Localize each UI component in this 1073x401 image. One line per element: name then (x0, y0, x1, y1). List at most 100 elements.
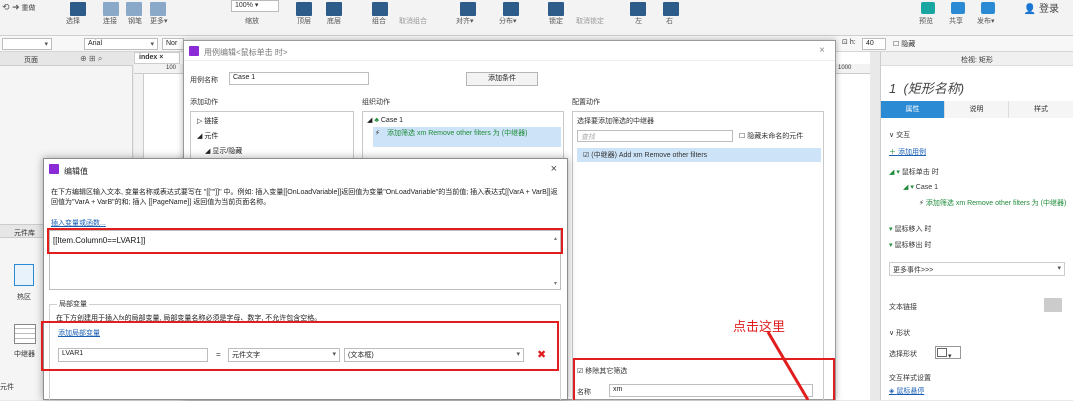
shape-section[interactable]: ∨ 形状 (889, 328, 910, 338)
login-label: 登录 (1039, 4, 1059, 15)
ungroup-label[interactable]: 取消组合 (399, 16, 427, 26)
pen-label[interactable]: 钢笔 (128, 16, 142, 26)
align-icon (460, 2, 476, 16)
login-link[interactable]: 👤 登录 (1024, 0, 1059, 15)
case-name-label: 用例名称 (190, 77, 218, 84)
widget-style-select[interactable]: ▾ (2, 38, 52, 50)
group-icon (372, 2, 388, 16)
right-label[interactable]: 右 (666, 16, 673, 26)
text-link-button[interactable] (1044, 298, 1062, 312)
more-label[interactable]: 更多▾ (150, 16, 168, 26)
event-mouse-leave[interactable]: ▾ 鼠标移出 时 (889, 240, 931, 250)
height-input[interactable]: 40 (862, 38, 886, 50)
hidden-checkbox[interactable]: ☐ 隐藏 (893, 39, 915, 49)
mouse-enter-label: 鼠标移入 时 (894, 226, 932, 233)
zoom-select[interactable]: 100% ▾ (231, 0, 279, 12)
select-icon (70, 2, 86, 16)
pages-panel-header: 页面 ⊕ ⊞ ⌕ (0, 52, 133, 66)
case-name-value: Case 1 (233, 74, 256, 81)
interaction-section[interactable]: ∨ 交互 (889, 130, 910, 140)
connect-label[interactable]: 连接 (103, 16, 117, 26)
unlock-label[interactable]: 取消锁定 (576, 16, 604, 26)
filter-action-item[interactable]: ⚡ 添加筛选 xm Remove other filters 为 (中继器) (919, 199, 1069, 208)
plus-icon: ＋ (889, 149, 898, 156)
select-repeater-label: 选择要添加筛选的中继器 (577, 118, 654, 125)
repeater-search-input[interactable]: 查找 (577, 130, 733, 142)
lock-label[interactable]: 锁定 (549, 16, 563, 26)
repeater-list-item[interactable]: ☑ (中继器) Add xm Remove other filters (577, 148, 821, 162)
redo-label[interactable]: 重做 (22, 5, 36, 12)
add-page-icon[interactable]: ⊕ ⊞ ⌕ (80, 54, 102, 64)
height-label: ⊡ h: (842, 38, 856, 46)
add-case-label: 添加用例 (897, 149, 926, 156)
app-icon (49, 164, 59, 174)
edit-value-dialog: 编辑值 × 在下方编辑区输入文本, 变量名称或表达式要写在 "[[""]]" 中… (41, 158, 568, 400)
bottom-layer-label[interactable]: 底层 (327, 16, 341, 26)
app-icon (189, 46, 199, 56)
hotspot-icon[interactable] (14, 264, 34, 286)
tab-style[interactable]: 样式 (1009, 101, 1073, 118)
select-shape-label: 选择形状 (889, 351, 917, 358)
height-icon: ⊡ (842, 39, 850, 46)
event-on-click[interactable]: ◢ ▾ 鼠标单击 时 (889, 167, 939, 177)
org-action-item[interactable]: ⚡ 添加筛选 xm Remove other filters 为 (中继器) (373, 127, 561, 147)
tree-showhide-label: 显示/隐藏 (212, 148, 243, 155)
org-case-item[interactable]: ◢ ♣ Case 1 (367, 116, 403, 124)
tab-notes[interactable]: 说明 (945, 101, 1009, 118)
font-style-select[interactable]: Nor (162, 38, 184, 50)
expression-highlight-box (47, 228, 563, 254)
preview-icon[interactable] (921, 2, 935, 14)
align-label[interactable]: 对齐▾ (456, 16, 474, 26)
search-placeholder: 查找 (581, 134, 595, 141)
height-value: 40 (866, 40, 874, 47)
add-condition-button[interactable]: 添加条件 (466, 72, 538, 86)
share-icon[interactable] (951, 2, 965, 14)
top-layer-label[interactable]: 顶层 (297, 16, 311, 26)
repeater-icon[interactable] (14, 324, 36, 344)
group-label[interactable]: 组合 (372, 16, 386, 26)
case-name-input[interactable]: Case 1 (229, 72, 369, 85)
send-to-back-icon (326, 2, 342, 16)
shape-name: (矩形名称) (903, 81, 965, 96)
organize-tree: ◢ ♣ Case 1 ⚡ 添加筛选 xm Remove other filter… (362, 111, 564, 159)
close-icon[interactable]: × (819, 45, 825, 56)
distribute-icon (503, 2, 519, 16)
scroll-down-icon[interactable]: ▾ (554, 280, 557, 287)
event-mouse-enter[interactable]: ▾ 鼠标移入 时 (889, 224, 931, 234)
hide-unnamed-checkbox[interactable]: ☐ 隐藏未命名的元件 (739, 131, 803, 141)
share-label[interactable]: 共享 (949, 16, 963, 26)
select-label[interactable]: 选择 (66, 16, 80, 26)
hide-unnamed-label: 隐藏未命名的元件 (747, 133, 804, 140)
filter-action-label: 添加筛选 xm Remove other filters 为 (中继器) (925, 200, 1067, 207)
font-family-select[interactable]: Arial ▾ (84, 38, 158, 50)
mouse-hover-link[interactable]: ◈ 鼠标悬停 (889, 386, 924, 396)
on-click-label: 鼠标单击 时 (901, 169, 939, 176)
tree-item-widget[interactable]: ◢ 元件 (197, 131, 218, 141)
publish-label[interactable]: 发布▾ (977, 16, 995, 26)
pen-icon (126, 2, 142, 16)
publish-icon[interactable] (981, 2, 995, 14)
tree-item-showhide[interactable]: ◢ 显示/隐藏 (205, 146, 242, 156)
insert-variable-link[interactable]: 插入变量或函数... (51, 218, 106, 228)
preview-label[interactable]: 预览 (919, 16, 933, 26)
add-case-link[interactable]: ＋ 添加用例 (889, 147, 926, 157)
select-shape-dropdown[interactable]: ▾ (935, 346, 961, 360)
close-icon[interactable]: × (551, 163, 557, 175)
tab-properties[interactable]: 属性 (881, 101, 945, 118)
more-events-select[interactable]: 更多事件>>> ▾ (889, 262, 1065, 276)
add-action-label: 添加动作 (190, 99, 218, 106)
lock-icon (548, 2, 564, 16)
height-label-text: h: (849, 39, 856, 46)
inspector-panel: 检视: 矩形 1 (矩形名称) 属性 说明 样式 ∨ 交互 ＋ 添加用例 ◢ ▾… (880, 52, 1073, 400)
tab-index[interactable]: index × (134, 52, 180, 64)
distribute-label[interactable]: 分布▾ (499, 16, 517, 26)
case-1-item[interactable]: ◢ ▾ Case 1 (903, 183, 938, 191)
organize-actions-label: 组织动作 (362, 99, 390, 106)
tree-item-link[interactable]: ▷ 链接 (197, 116, 218, 126)
mouse-leave-label: 鼠标移出 时 (894, 242, 932, 249)
left-label[interactable]: 左 (635, 16, 642, 26)
redo-icon[interactable]: ⟲ ➜ (2, 2, 20, 12)
right-panel-icon (663, 2, 679, 16)
mouse-hover-label: 鼠标悬停 (896, 388, 925, 395)
shape-name-field[interactable]: 1 (矩形名称) (889, 78, 964, 97)
